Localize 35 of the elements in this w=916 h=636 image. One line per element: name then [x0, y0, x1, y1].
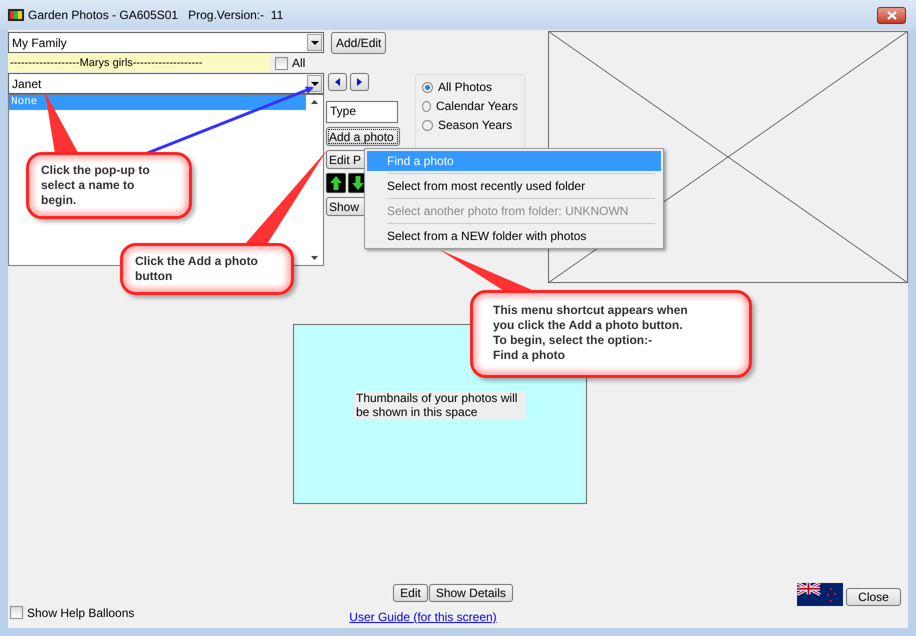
help-balloons-checkbox[interactable]: Show Help Balloons: [10, 606, 134, 620]
radio-option[interactable]: All Photos: [422, 80, 518, 94]
bottom-button[interactable]: Edit: [393, 584, 428, 602]
right-arrow-icon: [357, 78, 362, 86]
menu-item[interactable]: Select from a NEW folder with photos: [367, 226, 661, 246]
dropdown-arrow-icon: [310, 82, 318, 86]
add-edit-button[interactable]: Add/Edit: [331, 32, 386, 54]
dropdown-arrow-icon: [310, 40, 318, 44]
left-arrow-icon: [335, 78, 340, 86]
film-icon: [8, 7, 24, 23]
all-checkbox[interactable]: All: [275, 56, 306, 70]
person-dropdown[interactable]: Janet: [8, 73, 324, 94]
previous-button[interactable]: [328, 73, 347, 91]
type-field[interactable]: Type: [326, 101, 398, 123]
callout-text: This menu shortcut appears when you click the Add a photo button. To begin, select the option:- Find a photo: [470, 290, 752, 378]
radio-option[interactable]: Season Years: [422, 118, 518, 132]
window-title: Garden Photos - GA605S01 Prog.Version:- 11: [28, 8, 284, 22]
move-up-button[interactable]: [326, 173, 346, 193]
close-button[interactable]: [877, 6, 906, 24]
group-dropdown[interactable]: My Family: [8, 32, 324, 53]
next-button[interactable]: [350, 73, 369, 91]
flag-icon: [797, 583, 843, 606]
close-icon: [886, 10, 896, 20]
menu-item[interactable]: Select from most recently used folder: [367, 176, 661, 196]
user-guide-link[interactable]: User Guide (for this screen): [349, 610, 497, 624]
callout-text: Click the Add a photo button: [120, 243, 294, 295]
close-button[interactable]: Close: [846, 588, 901, 606]
callout-text: Click the pop-up to select a name to begin.: [26, 152, 192, 219]
group-label: -------------------Marys girls-------------------: [8, 54, 270, 72]
scroll-down-icon[interactable]: [311, 256, 318, 260]
thumbnail-hint: Thumbnails of your photos will be shown in this space: [354, 391, 526, 419]
radio-option[interactable]: Calendar Years: [422, 99, 518, 113]
side-button[interactable]: Add a photo: [326, 127, 400, 146]
bottom-button[interactable]: Show Details: [428, 584, 513, 602]
scroll-up-icon[interactable]: [311, 100, 318, 104]
